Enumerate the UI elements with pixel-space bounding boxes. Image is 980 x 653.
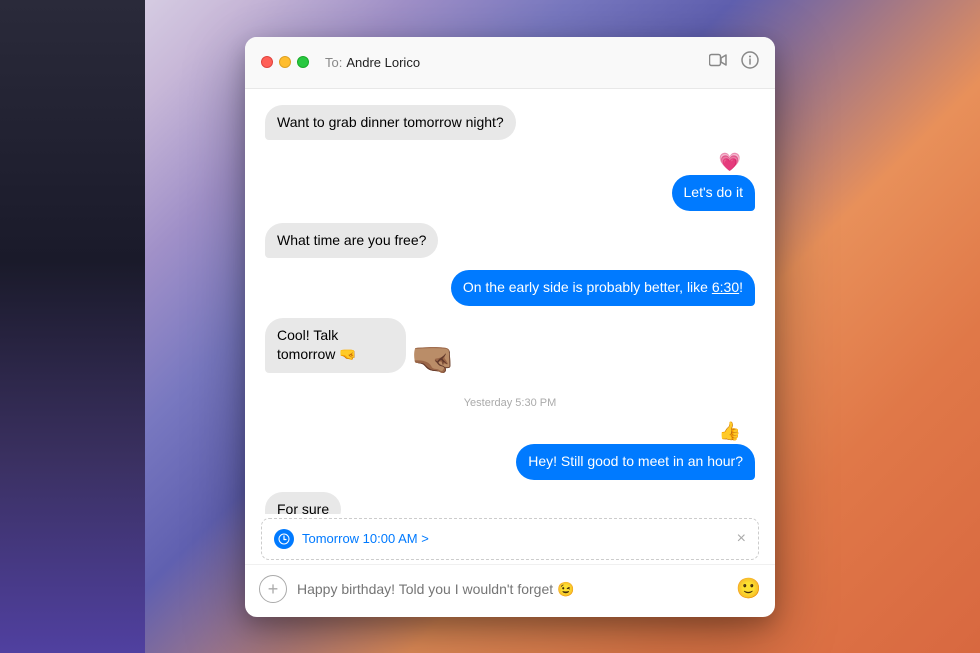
traffic-lights (261, 56, 309, 68)
message-bubble: Cool! Talk tomorrow 🤜 (265, 318, 406, 373)
sidebar-strip (0, 0, 145, 653)
message-bubble: Hey! Still good to meet in an hour? (516, 444, 755, 480)
input-area: + 🙂 (245, 564, 775, 617)
message-bubble: Let's do it (672, 175, 756, 211)
message-row: What time are you free? (265, 223, 755, 259)
scheduled-bar[interactable]: Tomorrow 10:00 AM > × (261, 518, 759, 560)
scheduled-left: Tomorrow 10:00 AM > (274, 529, 429, 549)
add-button[interactable]: + (259, 575, 287, 603)
video-icon[interactable] (709, 53, 727, 72)
recipient-name: Andre Lorico (346, 55, 709, 70)
maximize-button[interactable] (297, 56, 309, 68)
titlebar: To: Andre Lorico (245, 37, 775, 89)
memoji-icon: 🤜🏽 (410, 341, 455, 377)
message-row: Want to grab dinner tomorrow night? (265, 105, 755, 141)
titlebar-icons (709, 51, 759, 74)
to-label: To: (325, 55, 342, 70)
message-bubble: On the early side is probably better, li… (451, 270, 755, 306)
message-row: Cool! Talk tomorrow 🤜 🤜🏽 (265, 318, 755, 373)
messages-area: Want to grab dinner tomorrow night? 💗 Le… (245, 89, 775, 514)
thumb-reaction: 👍 (265, 421, 755, 442)
minimize-button[interactable] (279, 56, 291, 68)
scheduled-close-button[interactable]: × (737, 530, 746, 548)
info-icon[interactable] (741, 51, 759, 74)
timestamp-row: Yesterday 5:30 PM (265, 397, 755, 409)
message-bubble: Want to grab dinner tomorrow night? (265, 105, 516, 141)
close-button[interactable] (261, 56, 273, 68)
message-row: For sure (265, 492, 755, 514)
scheduled-label[interactable]: Tomorrow 10:00 AM > (302, 531, 429, 546)
message-bubble: For sure (265, 492, 341, 514)
heart-reaction: 💗 (265, 152, 755, 173)
messages-window: To: Andre Lorico Want to grab dinner tom (245, 37, 775, 617)
emoji-button[interactable]: 🙂 (736, 576, 761, 601)
message-row: Let's do it (265, 175, 755, 211)
timestamp: Yesterday 5:30 PM (464, 397, 557, 409)
message-input[interactable] (297, 581, 726, 597)
scheduled-icon (274, 529, 294, 549)
message-row: Hey! Still good to meet in an hour? (265, 444, 755, 480)
message-bubble: What time are you free? (265, 223, 438, 259)
memoji-bubble: Cool! Talk tomorrow 🤜 🤜🏽 (265, 318, 483, 373)
message-row: On the early side is probably better, li… (265, 270, 755, 306)
